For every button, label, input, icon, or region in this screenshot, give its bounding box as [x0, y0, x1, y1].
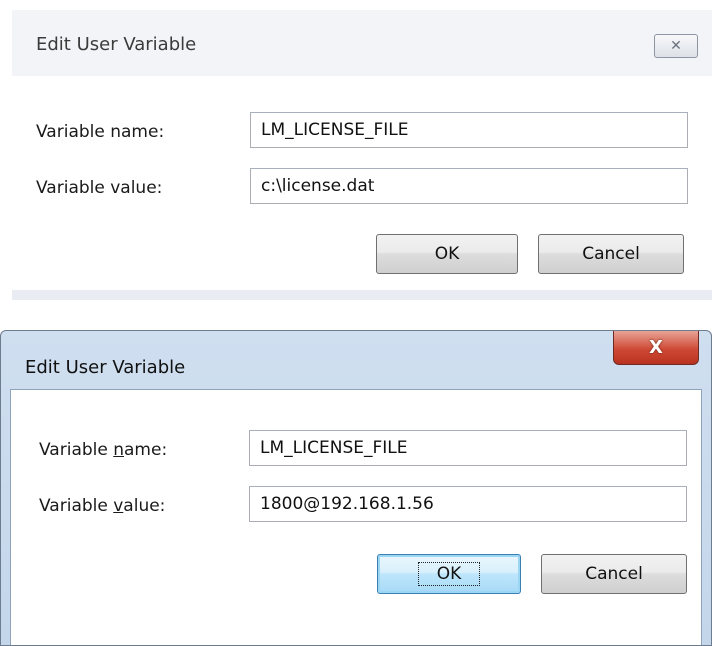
dialog-title: Edit User Variable	[36, 34, 197, 55]
label-text: Variable	[39, 496, 114, 516]
variable-name-input[interactable]: LM_LICENSE_FILE	[250, 112, 688, 148]
variable-name-input[interactable]: LM_LICENSE_FILE	[249, 430, 687, 466]
variable-value-label: Variable value:	[36, 178, 163, 198]
variable-value-input[interactable]: c:\license.dat	[250, 168, 688, 204]
label-text: alue:	[123, 496, 166, 516]
edit-user-variable-dialog-active: Edit User Variable X Variable name: LM_L…	[0, 330, 712, 646]
close-button[interactable]: X	[613, 331, 699, 365]
cancel-button[interactable]: Cancel	[541, 554, 687, 594]
ok-button[interactable]: OK	[377, 554, 521, 594]
ok-button-label: OK	[434, 244, 460, 264]
title-bar[interactable]: Edit User Variable ✕	[12, 10, 712, 76]
dialog-client-area: Variable name: LM_LICENSE_FILE Variable …	[12, 76, 712, 300]
variable-name-label: Variable name:	[36, 122, 165, 142]
dialog-title: Edit User Variable	[25, 357, 186, 378]
accelerator-key: v	[113, 496, 124, 516]
close-icon: ✕	[670, 38, 682, 54]
dialog-bottom-border	[12, 290, 712, 300]
close-button[interactable]: ✕	[654, 34, 698, 58]
label-text: Variable	[39, 440, 114, 460]
ok-button[interactable]: OK	[376, 234, 518, 274]
cancel-button[interactable]: Cancel	[538, 234, 684, 274]
variable-value-input[interactable]: 1800@192.168.1.56	[249, 486, 687, 522]
close-icon: X	[649, 337, 663, 358]
dialog-client-area: Variable name: LM_LICENSE_FILE Variable …	[10, 389, 702, 645]
ok-button-label: OK	[417, 562, 481, 586]
accelerator-key: n	[113, 440, 125, 460]
edit-user-variable-dialog-inactive: Edit User Variable ✕ Variable name: LM_L…	[12, 10, 712, 300]
variable-value-label: Variable value:	[39, 496, 165, 516]
cancel-button-label: Cancel	[585, 564, 643, 584]
label-text: ame:	[124, 440, 168, 460]
cancel-button-label: Cancel	[582, 244, 640, 264]
variable-name-label: Variable name:	[39, 440, 167, 460]
